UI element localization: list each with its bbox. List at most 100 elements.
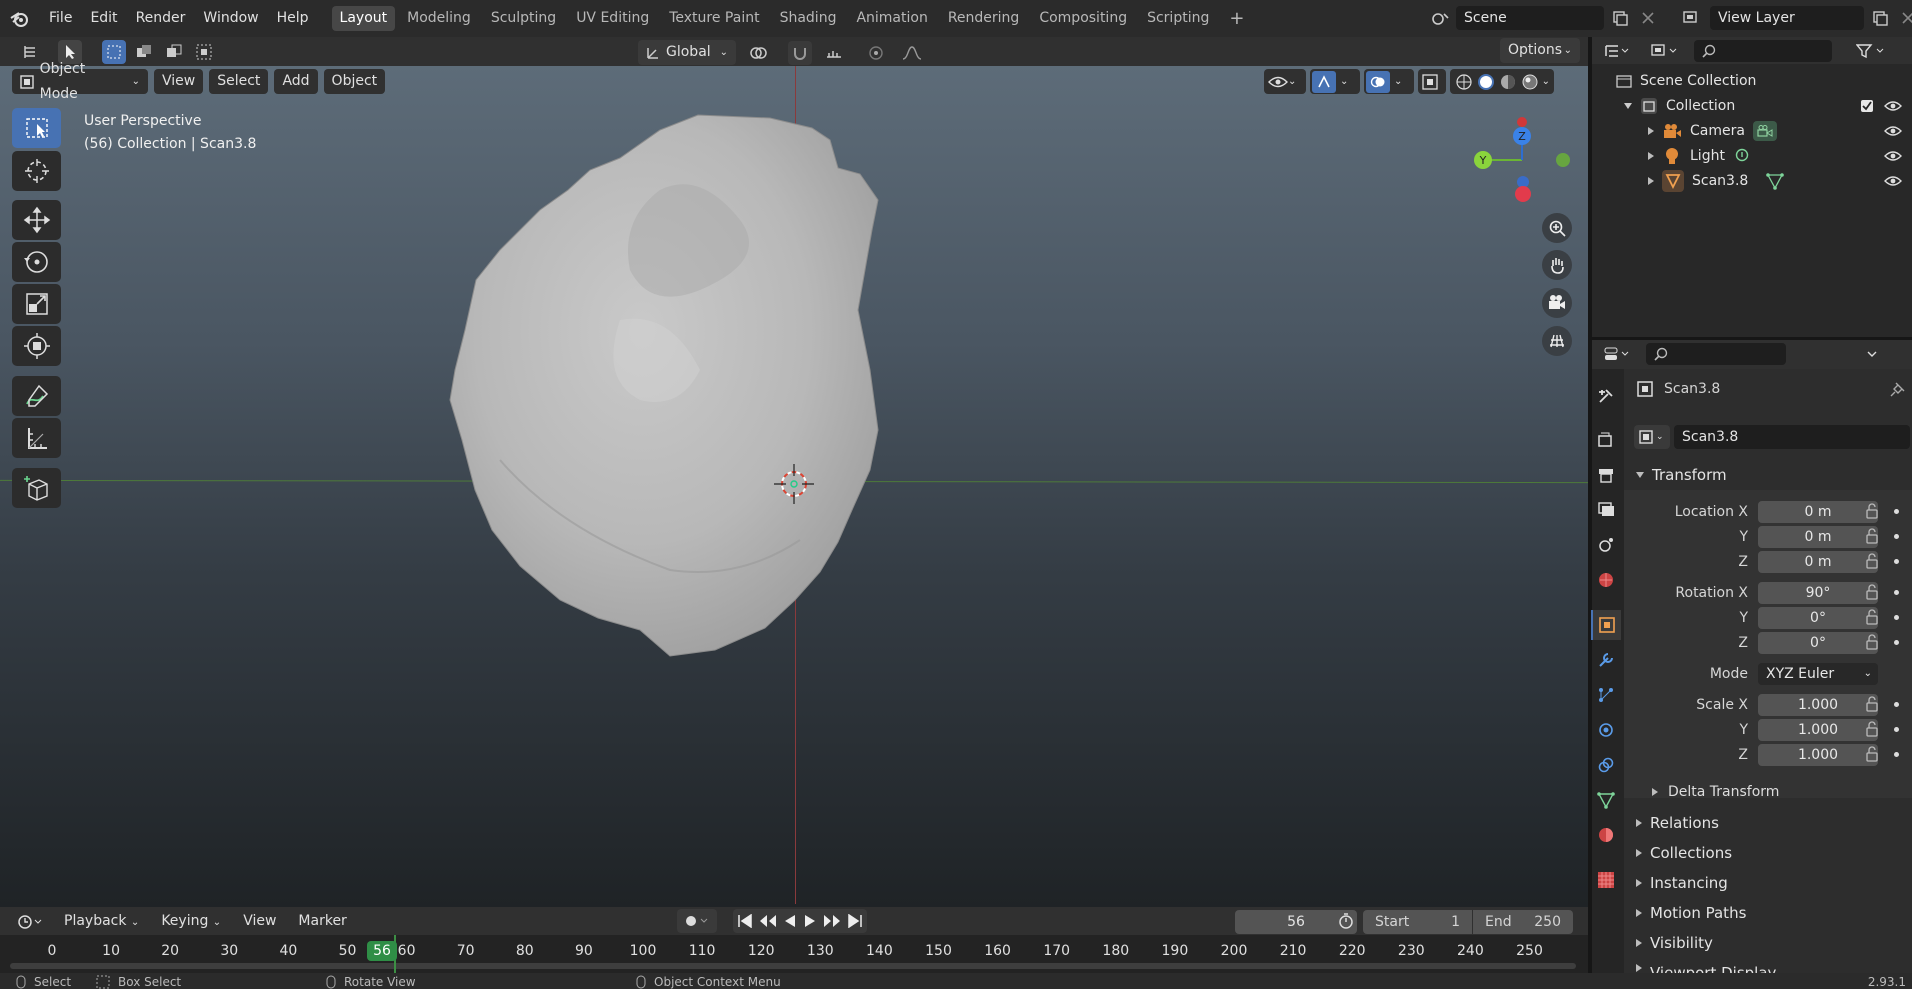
filter-icon[interactable] xyxy=(1852,39,1890,63)
texture-tab-icon[interactable] xyxy=(1591,865,1621,895)
close-scene-icon[interactable] xyxy=(1636,6,1660,30)
next-keyframe-icon[interactable] xyxy=(823,914,841,928)
end-frame-field[interactable]: End 250 xyxy=(1473,910,1573,934)
data-tab-icon[interactable] xyxy=(1591,785,1621,815)
lock-icon[interactable] xyxy=(1864,634,1880,650)
scene-icon[interactable] xyxy=(1428,6,1452,30)
tab-texture-paint[interactable]: Texture Paint xyxy=(661,6,767,31)
timeline-menu-keying[interactable]: Keying ⌄ xyxy=(153,909,229,934)
outliner-item-light[interactable]: Light xyxy=(1592,143,1912,168)
options-dropdown[interactable]: Options ⌄ xyxy=(1500,38,1580,63)
select-subtract-icon[interactable] xyxy=(162,40,186,64)
scene-collection-row[interactable]: Scene Collection xyxy=(1592,68,1912,93)
scale-x-field[interactable]: 1.000 xyxy=(1758,693,1878,716)
output-tab-icon[interactable] xyxy=(1591,460,1621,490)
start-frame-field[interactable]: Start 1 xyxy=(1363,910,1472,934)
keyframe-dot-icon[interactable] xyxy=(1894,727,1899,732)
timeline-menu-view[interactable]: View xyxy=(235,909,284,934)
rotate-tool[interactable] xyxy=(12,242,61,282)
pan-hand-icon[interactable] xyxy=(1542,250,1572,280)
zoom-icon[interactable] xyxy=(1542,213,1572,243)
menu-edit[interactable]: Edit xyxy=(81,0,126,37)
transform-tool[interactable] xyxy=(12,326,61,366)
tab-compositing[interactable]: Compositing xyxy=(1031,6,1135,31)
select-box-tool[interactable] xyxy=(12,108,61,148)
move-tool[interactable] xyxy=(12,200,61,240)
modifiers-tab-icon[interactable] xyxy=(1591,645,1621,675)
lock-icon[interactable] xyxy=(1864,503,1880,519)
collection-row[interactable]: Collection xyxy=(1592,93,1912,118)
view-layer-name-field[interactable]: View Layer xyxy=(1710,6,1864,30)
playhead-frame-indicator[interactable]: 56 xyxy=(367,941,397,961)
timeline-editor-icon[interactable] xyxy=(12,910,50,934)
object-name-field[interactable]: Scan3.8 xyxy=(1674,425,1910,449)
render-tab-icon[interactable] xyxy=(1591,425,1621,455)
object-browse-dropdown[interactable]: ⌄ xyxy=(1634,425,1670,449)
scale-z-field[interactable]: 1.000 xyxy=(1758,743,1878,766)
view-layer-tab-icon[interactable] xyxy=(1591,495,1621,525)
lock-icon[interactable] xyxy=(1864,553,1880,569)
play-icon[interactable] xyxy=(803,914,817,928)
scene-tab-icon[interactable] xyxy=(1591,530,1621,560)
material-tab-icon[interactable] xyxy=(1591,820,1621,850)
physics-tab-icon[interactable] xyxy=(1591,715,1621,745)
display-mode-icon[interactable] xyxy=(1646,39,1684,63)
relations-section-header[interactable]: Relations xyxy=(1624,808,1912,837)
visibility-section-header[interactable]: Visibility xyxy=(1624,928,1912,957)
keyframe-dot-icon[interactable] xyxy=(1894,702,1899,707)
properties-search-input[interactable] xyxy=(1646,343,1786,365)
tab-sculpting[interactable]: Sculpting xyxy=(483,6,564,31)
cursor-tool[interactable] xyxy=(12,151,61,191)
location-x-field[interactable]: 0 m xyxy=(1758,500,1878,523)
menu-file[interactable]: File xyxy=(40,0,81,37)
close-view-layer-icon[interactable] xyxy=(1896,6,1912,30)
location-z-field[interactable]: 0 m xyxy=(1758,550,1878,573)
xray-toggle-icon[interactable] xyxy=(1418,69,1446,94)
keyframe-dot-icon[interactable] xyxy=(1894,640,1899,645)
add-workspace-icon[interactable]: + xyxy=(1221,6,1252,31)
outliner-search-input[interactable] xyxy=(1694,40,1832,62)
light-data-icon[interactable] xyxy=(1733,147,1751,165)
transform-section-header[interactable]: Transform xyxy=(1624,460,1912,489)
viewport-menu-add[interactable]: Add xyxy=(274,69,318,94)
solid-shading-icon[interactable] xyxy=(1476,72,1494,92)
add-cube-tool[interactable] xyxy=(12,468,61,508)
outliner-item-scan[interactable]: Scan3.8 xyxy=(1592,168,1912,193)
keyframe-dot-icon[interactable] xyxy=(1894,590,1899,595)
menu-window[interactable]: Window xyxy=(194,0,267,37)
wireframe-shading-icon[interactable] xyxy=(1454,72,1472,92)
lock-icon[interactable] xyxy=(1864,609,1880,625)
eye-icon[interactable] xyxy=(1884,174,1902,188)
visibility-dropdown[interactable]: ⌄ xyxy=(1264,69,1306,94)
rendered-shading-icon[interactable] xyxy=(1520,72,1538,92)
prev-keyframe-icon[interactable] xyxy=(759,914,777,928)
eye-icon[interactable] xyxy=(1884,124,1902,138)
viewport-display-section-header[interactable]: Viewport Display xyxy=(1624,958,1912,973)
measure-tool[interactable] xyxy=(12,418,61,458)
viewport-menu-view[interactable]: View xyxy=(154,69,204,94)
viewport-menu-select[interactable]: Select xyxy=(209,69,269,94)
scale-y-field[interactable]: 1.000 xyxy=(1758,718,1878,741)
tab-layout[interactable]: Layout xyxy=(331,6,396,31)
keyframe-dot-icon[interactable] xyxy=(1894,509,1899,514)
pivot-point-icon[interactable] xyxy=(742,41,782,65)
jump-start-icon[interactable] xyxy=(737,914,753,928)
select-intersect-icon[interactable] xyxy=(192,40,216,64)
grid-toggle-icon[interactable] xyxy=(1542,326,1572,356)
overlays-dropdown[interactable]: ⌄ xyxy=(1364,69,1414,94)
eye-icon[interactable] xyxy=(1884,149,1902,163)
keyframe-dot-icon[interactable] xyxy=(1894,752,1899,757)
blender-logo-icon[interactable] xyxy=(0,10,40,28)
menu-render[interactable]: Render xyxy=(127,0,195,37)
rotation-mode-dropdown[interactable]: XYZ Euler ⌄ xyxy=(1758,662,1878,685)
mode-dropdown[interactable]: Object Mode ⌄ xyxy=(12,61,148,102)
scan-mesh-object[interactable] xyxy=(440,110,1080,710)
camera-data-icon[interactable] xyxy=(1752,120,1777,141)
collections-section-header[interactable]: Collections xyxy=(1624,838,1912,867)
expand-arrow-icon[interactable] xyxy=(1648,176,1654,185)
properties-editor-icon[interactable] xyxy=(1600,342,1636,366)
lock-icon[interactable] xyxy=(1864,721,1880,737)
play-reverse-icon[interactable] xyxy=(783,914,797,928)
select-extend-icon[interactable] xyxy=(132,40,156,64)
lock-icon[interactable] xyxy=(1864,584,1880,600)
